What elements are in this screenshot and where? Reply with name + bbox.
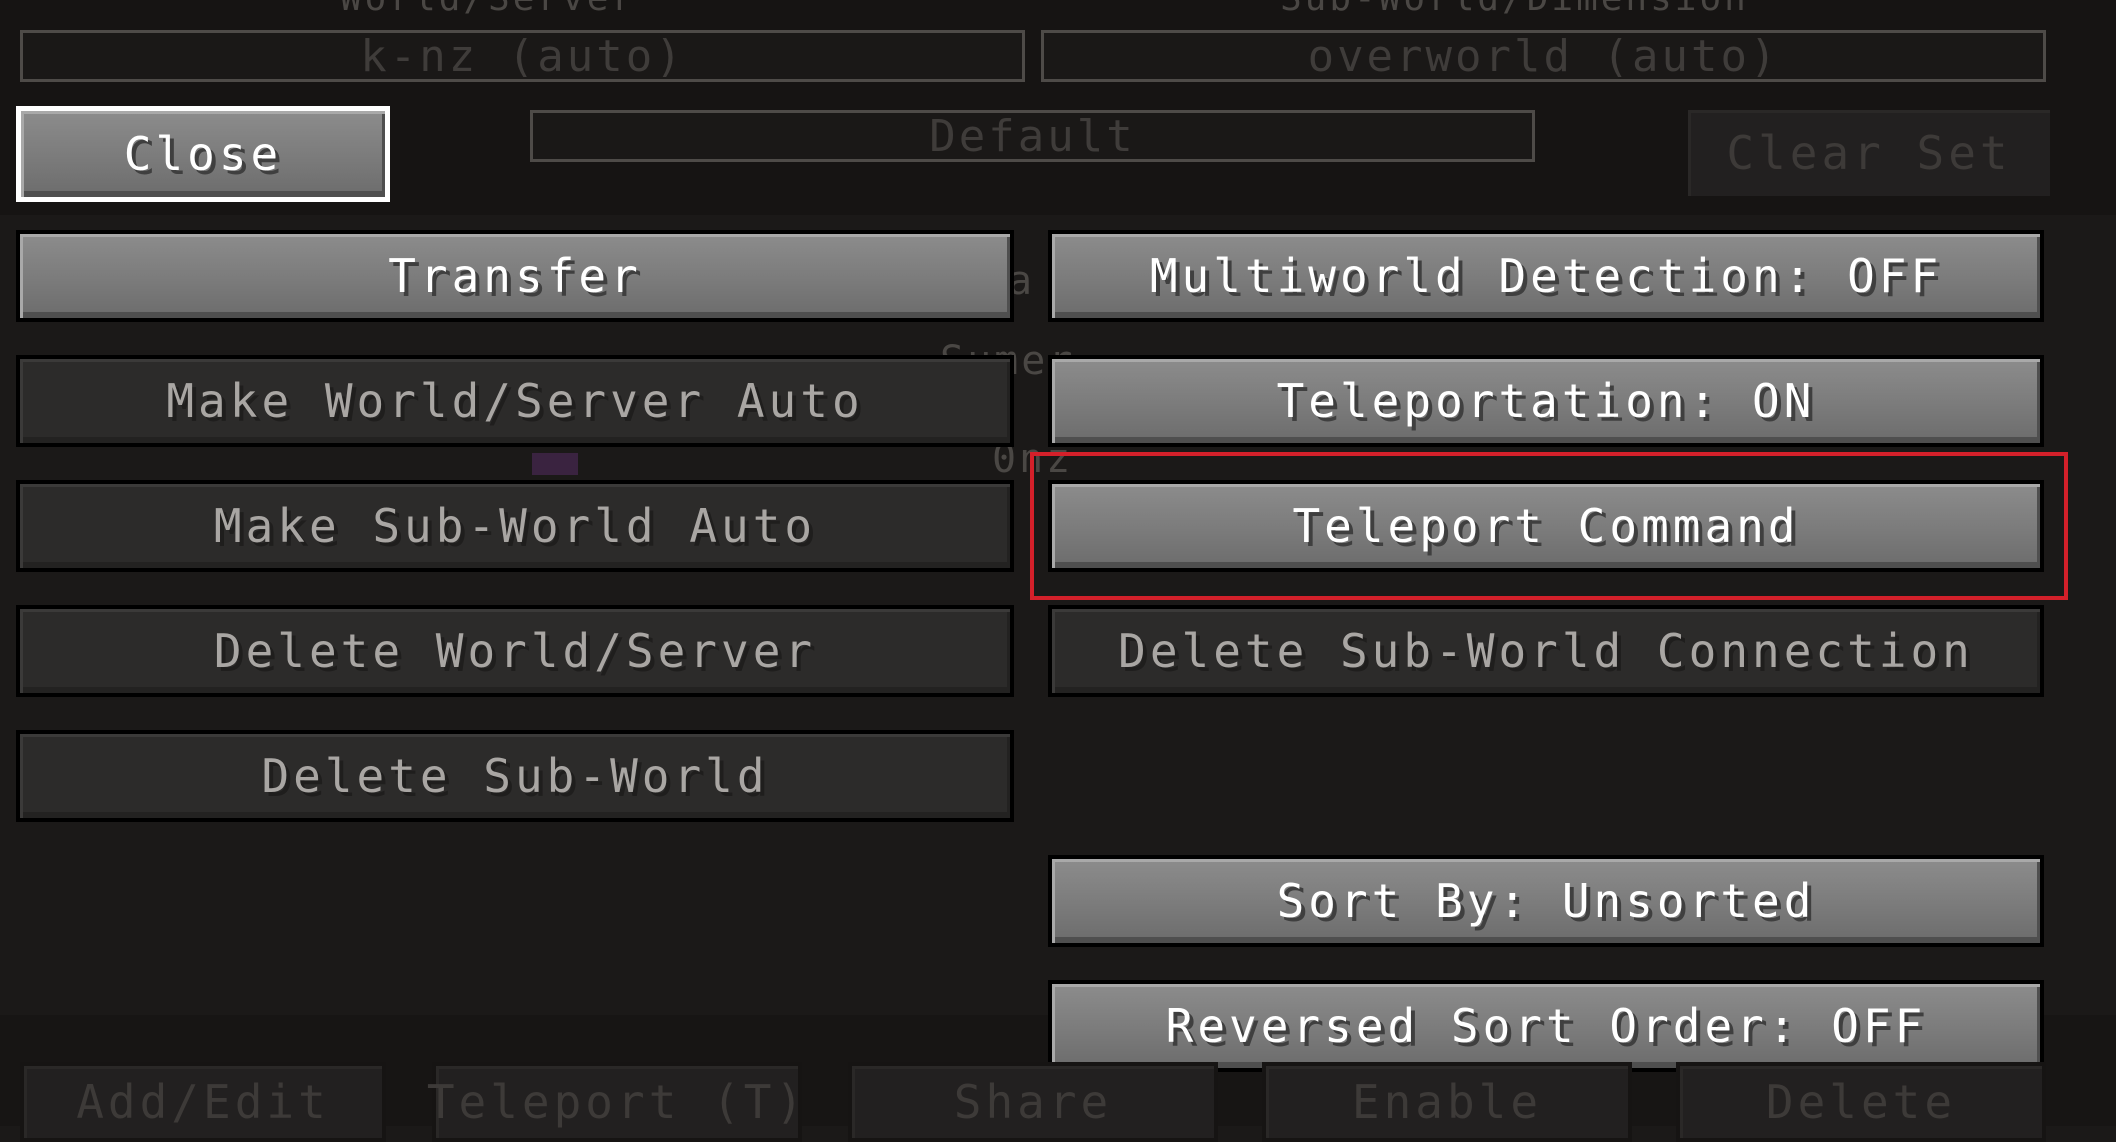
sort-by-button[interactable]: Sort By: Unsorted bbox=[1048, 855, 2044, 947]
clear-set-button[interactable]: Clear Set bbox=[1684, 106, 2054, 200]
add-edit-button[interactable]: Add/Edit bbox=[20, 1062, 386, 1142]
make-sub-world-auto-button[interactable]: Make Sub-World Auto bbox=[16, 480, 1014, 572]
share-button[interactable]: Share bbox=[848, 1062, 1218, 1142]
multiworld-detection-toggle[interactable]: Multiworld Detection: OFF bbox=[1048, 230, 2044, 322]
delete-sub-world-connection-button[interactable]: Delete Sub-World Connection bbox=[1048, 605, 2044, 697]
close-button[interactable]: Close bbox=[16, 106, 390, 202]
sub-world-label: Sub-World/Dimension bbox=[1280, 0, 1749, 19]
teleport-command-button[interactable]: Teleport Command bbox=[1048, 480, 2044, 572]
waypoint-color-swatch bbox=[532, 453, 578, 475]
teleport-button[interactable]: Teleport (T) bbox=[427, 1062, 803, 1142]
enable-button[interactable]: Enable bbox=[1262, 1062, 1632, 1142]
transfer-button[interactable]: Transfer bbox=[16, 230, 1014, 322]
sub-world-field[interactable]: overworld (auto) bbox=[1041, 30, 2046, 82]
teleportation-toggle[interactable]: Teleportation: ON bbox=[1048, 355, 2044, 447]
waypoint-set-field[interactable]: Default bbox=[530, 110, 1535, 162]
delete-button[interactable]: Delete bbox=[1676, 1062, 2046, 1142]
delete-sub-world-button[interactable]: Delete Sub-World bbox=[16, 730, 1014, 822]
world-server-label: World/Server bbox=[340, 0, 636, 19]
make-world-server-auto-button[interactable]: Make World/Server Auto bbox=[16, 355, 1014, 447]
delete-world-server-button[interactable]: Delete World/Server bbox=[16, 605, 1014, 697]
reversed-sort-order-toggle[interactable]: Reversed Sort Order: OFF bbox=[1048, 980, 2044, 1072]
world-server-field[interactable]: k-nz (auto) bbox=[20, 30, 1025, 82]
